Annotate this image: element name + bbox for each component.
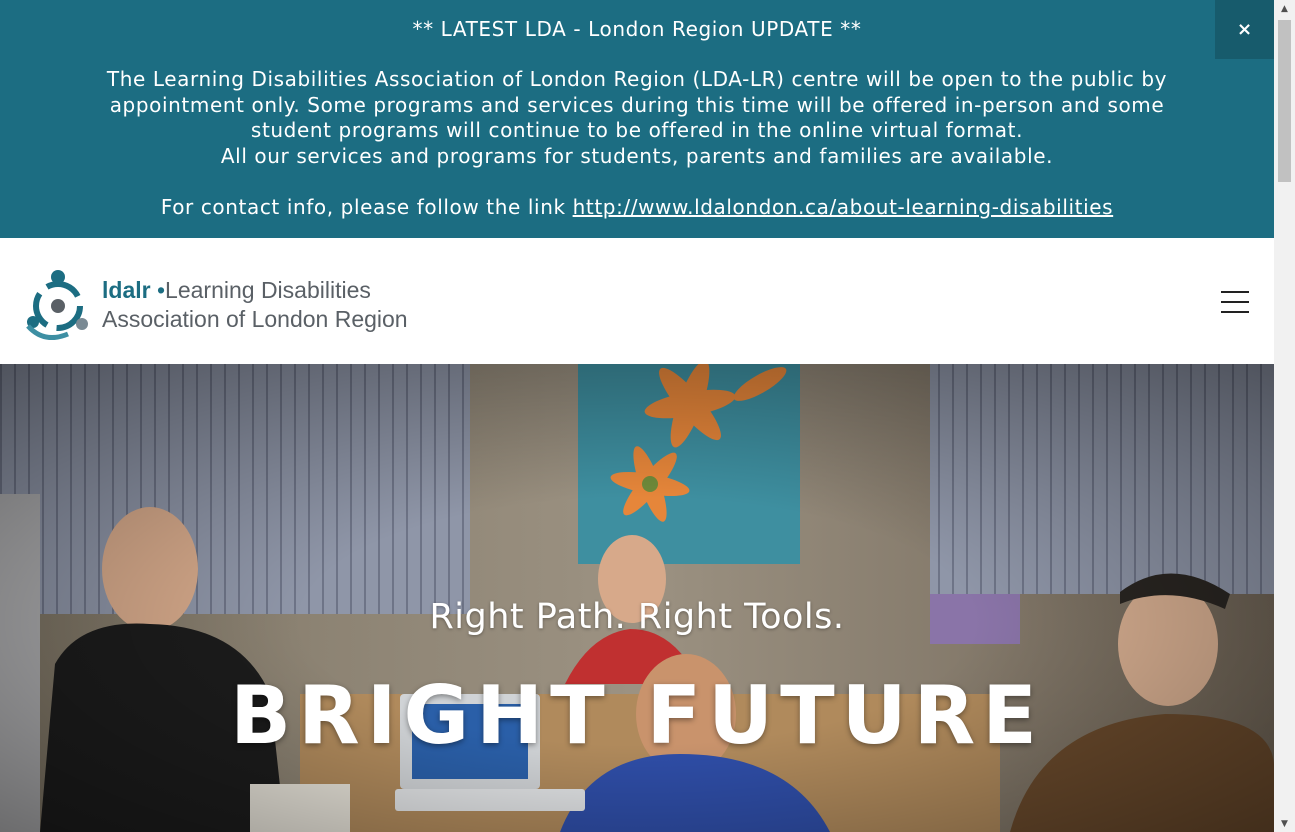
menu-bar-bottom <box>1221 311 1249 313</box>
banner-title: ** LATEST LDA - London Region UPDATE ** <box>412 17 862 41</box>
hero-tagline: Right Path. Right Tools. <box>429 597 845 637</box>
scrollbar-thumb[interactable] <box>1278 20 1291 182</box>
logo-brand: ldalr <box>102 277 151 303</box>
site-header: ldalr •Learning Disabilities Association… <box>0 238 1274 364</box>
close-icon: × <box>1236 19 1253 40</box>
logo-text: ldalr •Learning Disabilities Association… <box>102 276 408 334</box>
hero-heading: BRIGHT FUTURE <box>230 669 1044 762</box>
update-banner: ** LATEST LDA - London Region UPDATE ** … <box>0 0 1274 238</box>
scroll-up-arrow-icon[interactable]: ▲ <box>1274 0 1295 17</box>
banner-message: The Learning Disabilities Association of… <box>67 67 1207 169</box>
hero-section: Right Path. Right Tools. BRIGHT FUTURE <box>0 364 1274 832</box>
logo-line-1: Learning Disabilities <box>165 277 371 303</box>
hamburger-menu-icon[interactable] <box>1221 291 1249 313</box>
banner-contact: For contact info, please follow the link… <box>0 194 1274 220</box>
logo-separator: • <box>156 277 166 303</box>
menu-bar-middle <box>1221 301 1249 303</box>
ldalr-logo-icon <box>26 270 88 340</box>
banner-contact-prefix: For contact info, please follow the link <box>160 195 573 219</box>
banner-contact-link[interactable]: http://www.ldalondon.ca/about-learning-d… <box>573 195 1114 219</box>
logo-line-2: Association of London Region <box>102 306 408 332</box>
site-logo[interactable]: ldalr •Learning Disabilities Association… <box>24 270 408 340</box>
close-banner-button[interactable]: × <box>1215 0 1274 59</box>
banner-message-services: All our services and programs for studen… <box>220 143 1054 168</box>
banner-message-text: The Learning Disabilities Association of… <box>106 67 1168 142</box>
scroll-down-arrow-icon[interactable]: ▼ <box>1274 815 1295 832</box>
menu-bar-top <box>1221 291 1249 293</box>
vertical-scrollbar[interactable]: ▲ ▼ <box>1274 0 1295 832</box>
